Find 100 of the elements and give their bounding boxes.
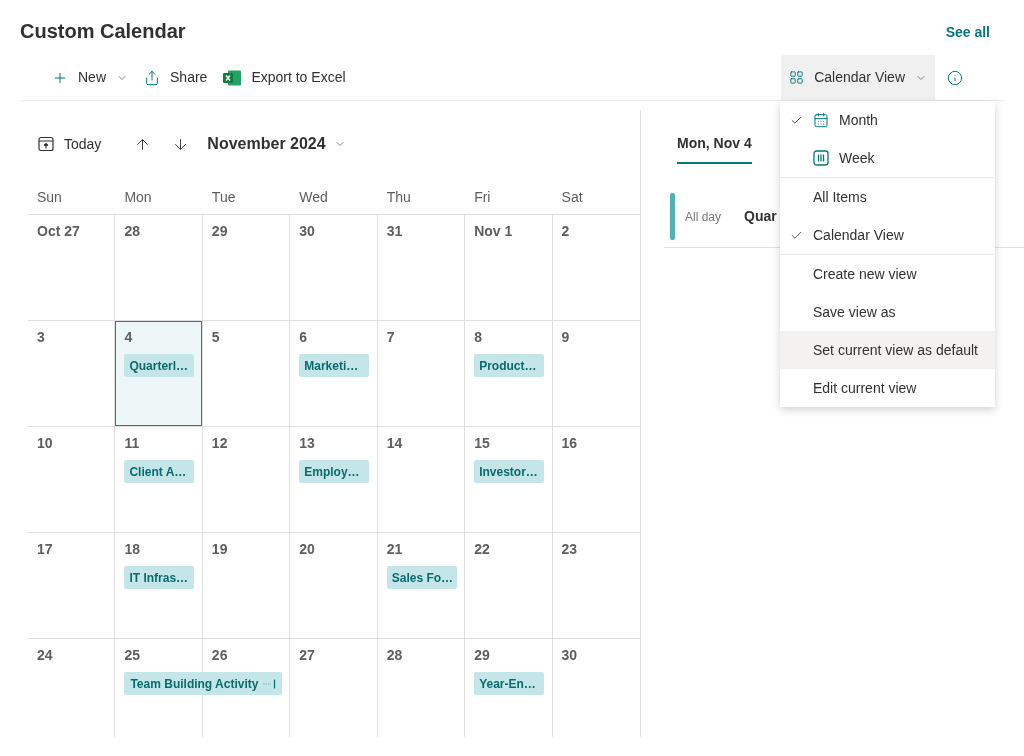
day-number: 27 <box>299 646 315 664</box>
event-title: Quar <box>744 207 777 226</box>
day-cell[interactable]: 5 <box>202 321 291 426</box>
day-number: 26 <box>211 646 228 664</box>
week-columns-icon <box>813 150 829 166</box>
menu-item[interactable]: Week <box>780 139 995 177</box>
menu-item[interactable]: Month <box>780 101 995 139</box>
day-number: 23 <box>561 540 578 558</box>
day-cell[interactable]: 12 <box>202 427 291 532</box>
day-cell[interactable]: 31 <box>377 215 466 320</box>
calendar-today-icon <box>38 136 54 152</box>
day-cell[interactable]: 20 <box>290 533 378 638</box>
day-cell[interactable]: 21 Sales Fo… <box>377 533 466 638</box>
day-cell[interactable]: 6 Marketi… <box>290 321 378 426</box>
day-cell[interactable]: 30 <box>290 215 378 320</box>
day-tab[interactable]: Mon, Nov 4 <box>677 134 752 164</box>
day-cell[interactable]: 19 <box>202 533 291 638</box>
view-switcher-button[interactable]: Calendar View <box>781 55 935 100</box>
calendar-event[interactable]: Product… <box>474 354 545 377</box>
info-icon <box>947 69 963 86</box>
day-number: 31 <box>386 222 403 240</box>
weekday-label: Sun <box>37 188 62 206</box>
day-cell[interactable]: 4 Quarterl… <box>115 321 203 426</box>
calendar-event[interactable]: Employ… <box>299 460 370 483</box>
day-number: 24 <box>37 646 53 664</box>
event-color-bar-icon <box>670 193 675 240</box>
see-all-link[interactable]: See all <box>945 23 990 41</box>
day-cell[interactable]: 11 Client A… <box>115 427 203 532</box>
menu-item[interactable]: Set current view as default <box>780 331 995 369</box>
menu-item[interactable]: Edit current view <box>780 369 995 407</box>
day-number: 29 <box>474 646 490 664</box>
menu-item[interactable]: All Items <box>780 178 995 216</box>
weekday-label: Thu <box>386 188 411 206</box>
calendar-icon <box>813 112 829 128</box>
day-number: 4 <box>124 328 133 346</box>
day-number: 18 <box>124 540 140 558</box>
calendar-event[interactable]: Quarterl… <box>124 354 195 377</box>
day-cell[interactable]: 7 <box>377 321 466 426</box>
day-cell[interactable]: 10 <box>28 427 116 532</box>
menu-item[interactable]: Save view as <box>780 293 995 331</box>
toolbar-button[interactable]: Export to Excel <box>215 55 354 100</box>
grid-icon <box>789 70 805 85</box>
day-cell[interactable]: 17 <box>28 533 116 638</box>
event-time: All day <box>685 208 723 226</box>
day-cell[interactable]: Nov 1 <box>465 215 553 320</box>
calendar-event[interactable]: Team Building Activity <box>124 672 283 695</box>
day-cell[interactable]: 2 <box>552 215 640 320</box>
weekday-label: Wed <box>299 188 328 206</box>
menu-item[interactable]: Calendar View <box>780 216 995 254</box>
day-number: 7 <box>386 328 395 346</box>
day-number: 25 <box>124 646 140 664</box>
day-number: 17 <box>37 540 53 558</box>
day-cell[interactable]: 29 Year-En… <box>465 639 553 737</box>
day-cell[interactable]: 14 <box>377 427 466 532</box>
toolbar-button[interactable]: Share <box>136 55 216 100</box>
day-cell[interactable]: 13 Employ… <box>290 427 378 532</box>
day-cell[interactable]: 28 <box>377 639 466 737</box>
day-number: 15 <box>474 434 490 452</box>
day-number: 19 <box>211 540 228 558</box>
calendar-event[interactable]: Client A… <box>124 460 195 483</box>
day-cell[interactable]: Oct 27 <box>28 215 116 320</box>
calendar-event[interactable]: Year-En… <box>474 672 545 695</box>
day-number: Oct 27 <box>37 222 80 240</box>
day-cell[interactable]: 28 <box>115 215 203 320</box>
day-number: 16 <box>561 434 578 452</box>
day-number: 12 <box>211 434 228 452</box>
day-cell[interactable]: 16 <box>552 427 640 532</box>
day-cell[interactable]: 23 <box>552 533 640 638</box>
day-number: 28 <box>386 646 403 664</box>
today-button[interactable]: Today <box>38 133 102 155</box>
calendar-event[interactable]: Investor… <box>474 460 545 483</box>
day-cell[interactable]: 15 Investor… <box>465 427 553 532</box>
day-number: 29 <box>211 222 228 240</box>
day-number: 11 <box>124 434 140 452</box>
day-number: 30 <box>561 646 578 664</box>
calendar-event[interactable]: IT Infras… <box>124 566 195 589</box>
day-cell[interactable]: 22 <box>465 533 553 638</box>
calendar-event[interactable]: Sales Fo… <box>386 566 457 589</box>
toolbar-button[interactable]: New <box>44 55 136 100</box>
day-cell[interactable]: 18 IT Infras… <box>115 533 203 638</box>
day-cell[interactable]: 9 <box>552 321 640 426</box>
menu-item[interactable]: Create new view <box>780 255 995 293</box>
day-number: 21 <box>386 540 403 558</box>
day-cell[interactable]: 27 <box>290 639 378 737</box>
weekday-label: Sat <box>561 188 583 206</box>
day-number: 14 <box>386 434 403 452</box>
day-number: 3 <box>37 328 45 346</box>
day-number: 22 <box>474 540 490 558</box>
calendar-event[interactable]: Marketi… <box>299 354 370 377</box>
day-number: Nov 1 <box>474 222 513 240</box>
weekday-label: Tue <box>211 188 236 206</box>
day-number: 28 <box>124 222 140 240</box>
month-picker[interactable]: November 2024 <box>207 132 346 156</box>
day-cell[interactable]: 8 Product… <box>465 321 553 426</box>
share-icon <box>144 69 160 86</box>
day-cell[interactable]: 24 <box>28 639 116 737</box>
day-number: 20 <box>299 540 315 558</box>
day-cell[interactable]: 30 <box>552 639 640 737</box>
day-cell[interactable]: 29 <box>202 215 291 320</box>
day-number: 8 <box>474 328 482 346</box>
